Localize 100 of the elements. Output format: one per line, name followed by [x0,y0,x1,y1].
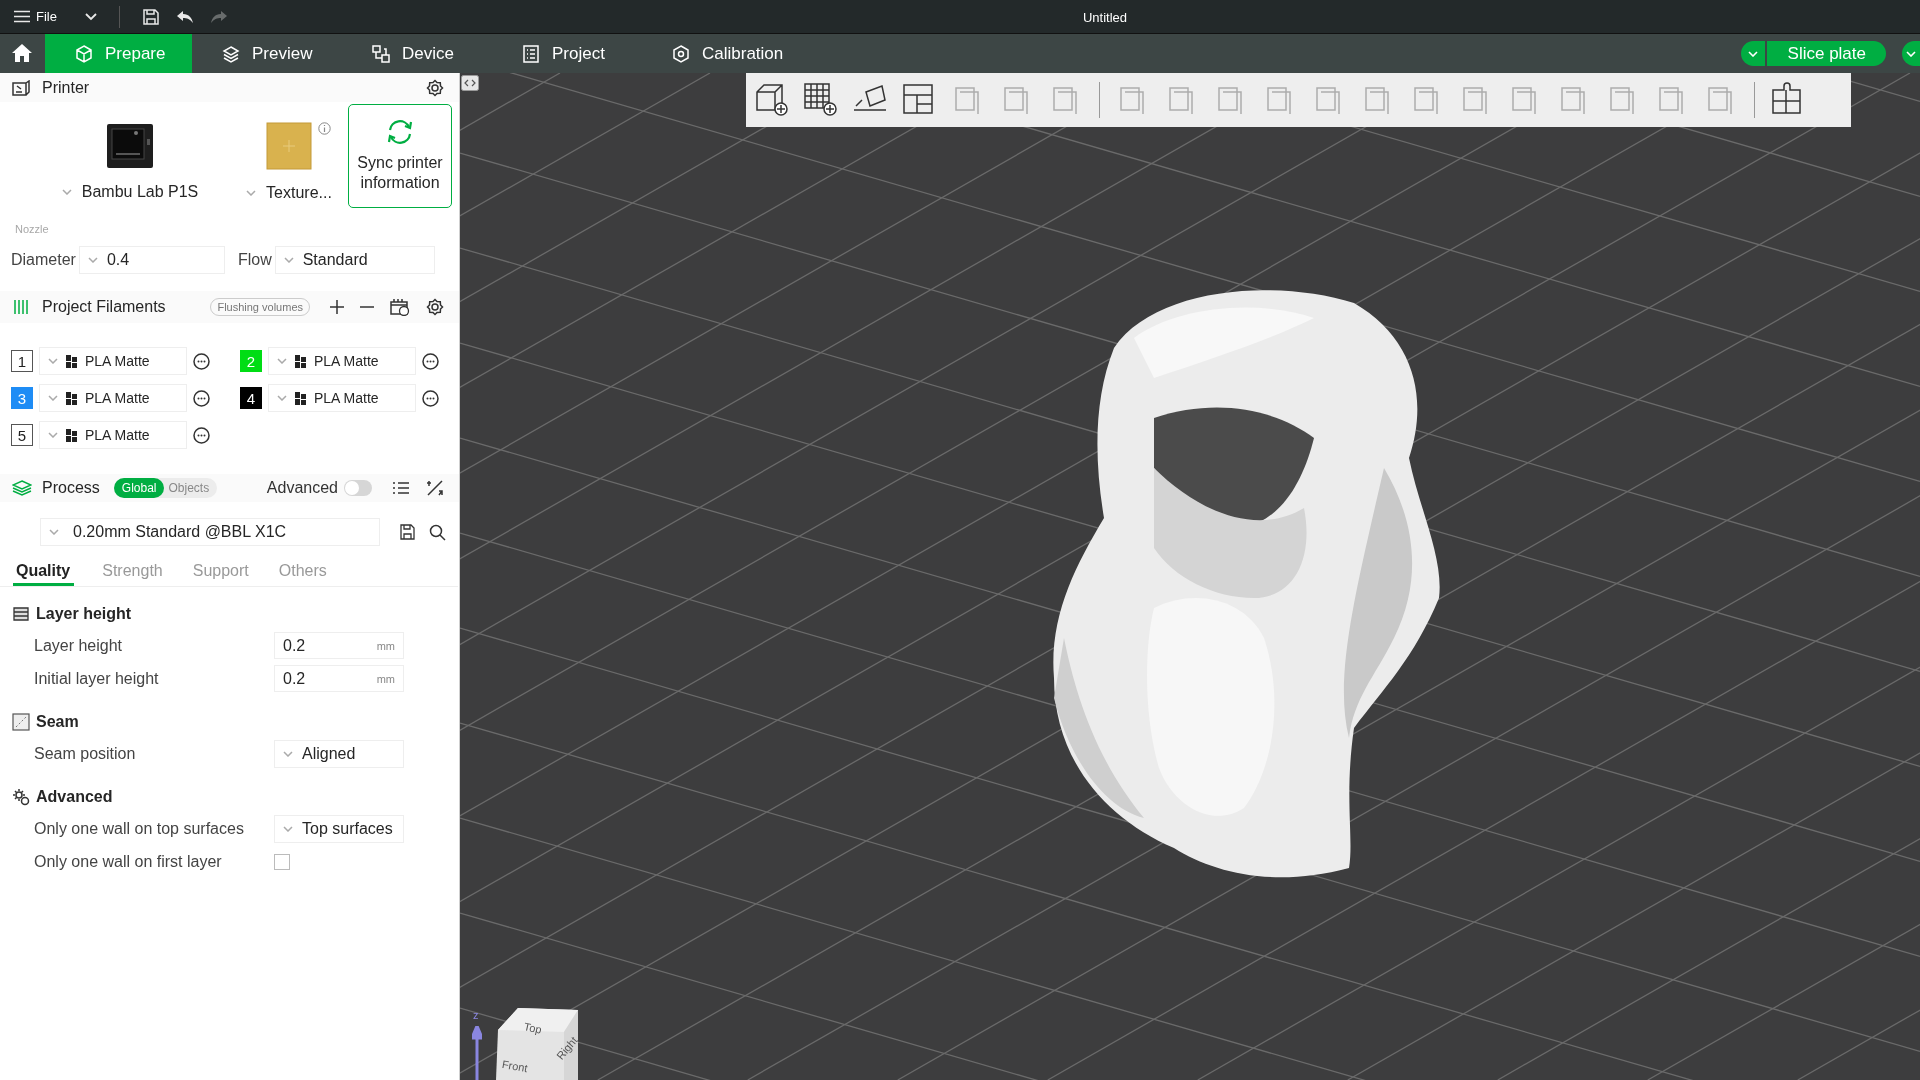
number-field[interactable]: 0.2 mm [274,665,404,692]
group-title: Advanced [36,788,113,806]
filament-number[interactable]: 4 [240,387,262,409]
more-icon[interactable] [422,389,439,407]
add-object-icon[interactable] [754,82,790,118]
filament-type-icon [295,354,306,368]
nozzle-label: Nozzle [14,222,50,237]
filament-type-icon [66,391,77,405]
seam-icon [12,713,30,731]
nav-tab[interactable]: Calibration [642,34,804,73]
cube-icon [75,44,93,63]
filament-number[interactable]: 5 [11,424,33,446]
more-icon[interactable] [422,352,439,370]
flow-dropdown[interactable]: Standard [274,246,435,274]
axis-label: z [473,1009,479,1021]
caret-icon [277,358,287,364]
add-plate-icon[interactable] [803,82,839,118]
option-dropdown[interactable]: Aligned [274,739,404,768]
printer-section-icon [12,79,30,96]
settings-tab[interactable]: Quality [13,562,75,586]
caret-icon [283,750,293,757]
device-icon [372,44,390,63]
settings-icon[interactable] [426,298,444,316]
advanced-toggle[interactable] [344,480,372,496]
option-label: Only one wall on top surfaces [34,818,245,839]
caret-icon [48,358,58,364]
caret-icon [61,189,72,195]
plate-selector[interactable]: Texture... [246,184,332,202]
caret-icon[interactable] [84,12,97,21]
group-title: Seam [36,713,79,731]
option-label: Initial layer height [34,668,160,689]
collapse-sidebar-icon[interactable] [461,75,479,91]
section-title: Process [42,479,100,497]
plus-icon[interactable] [330,300,344,314]
number-field[interactable]: 0.2 mm [274,632,404,659]
caret-icon [246,190,257,196]
checkbox[interactable] [274,853,290,870]
process-icon [12,480,32,496]
layers-icon [222,44,240,63]
filament-type-icon [66,428,77,442]
group-title: Layer height [36,605,132,623]
caret-icon [277,395,287,401]
list-view-icon[interactable] [392,481,410,495]
caret-icon [283,257,294,263]
filament-dropdown[interactable]: PLA Matte [39,347,187,375]
preset-dropdown[interactable]: 0.20mm Standard @BBL X1C [40,518,380,546]
nav-tab[interactable]: Preview [192,34,342,73]
search-icon[interactable] [429,523,446,541]
more-icon[interactable] [193,352,210,370]
filament-dropdown[interactable]: PLA Matte [268,347,416,375]
dropdown-button[interactable] [1902,41,1920,66]
diameter-dropdown[interactable]: 0.4 [78,246,225,274]
undo-icon[interactable] [175,8,194,25]
advanced-label: Advanced [266,479,338,497]
sync-icon [385,119,415,145]
diameter-label: Diameter [11,251,76,269]
printer-selector[interactable]: Bambu Lab P1S [61,183,199,201]
sync-printer-button[interactable]: Sync printer information [348,104,452,208]
nav-tab[interactable]: Project [492,34,642,73]
z-axis-arrow [472,1026,482,1080]
caret-icon [48,395,58,401]
printer-icon[interactable] [106,123,154,169]
option-label: Seam position [34,743,137,764]
filament-dropdown[interactable]: PLA Matte [39,384,187,412]
nav-tab[interactable]: Device [342,34,492,73]
list-icon [522,44,540,63]
flow-label: Flow [237,251,272,269]
window-title: Untitled [1082,9,1128,25]
more-icon[interactable] [193,389,210,407]
cube-face-label: Top [522,1020,543,1036]
filament-dropdown[interactable]: PLA Matte [268,384,416,412]
dropdown-button[interactable] [1740,41,1765,66]
layers-icon [12,605,30,623]
filament-type-icon [66,354,77,368]
section-title: Printer [42,78,90,97]
filament-dropdown[interactable]: PLA Matte [39,421,187,449]
cube-face-label: Front [501,1057,529,1075]
caret-icon [283,825,293,832]
filament-number[interactable]: 1 [11,350,33,372]
filament-section-icon [12,299,30,315]
option-dropdown[interactable]: Top surfaces [274,814,404,843]
section-title: Project Filaments [42,298,166,316]
caret-icon [87,257,98,263]
home-icon[interactable] [11,43,33,63]
caret-icon [1747,50,1758,57]
settings-icon[interactable] [426,78,444,97]
info-icon[interactable] [317,122,331,135]
menu-icon [14,10,30,23]
save-icon[interactable] [141,7,160,26]
filament-type-icon [295,391,306,405]
caret-icon [1906,50,1916,57]
caret-icon [48,432,58,438]
gears-icon [12,788,30,806]
save-icon[interactable] [400,524,415,540]
caret-icon [49,529,59,535]
more-icon[interactable] [193,426,210,444]
calibration-icon [672,44,690,63]
option-label: Only one wall on first layer [34,851,223,872]
file-menu[interactable]: File [14,9,57,24]
option-label: Layer height [34,635,124,656]
